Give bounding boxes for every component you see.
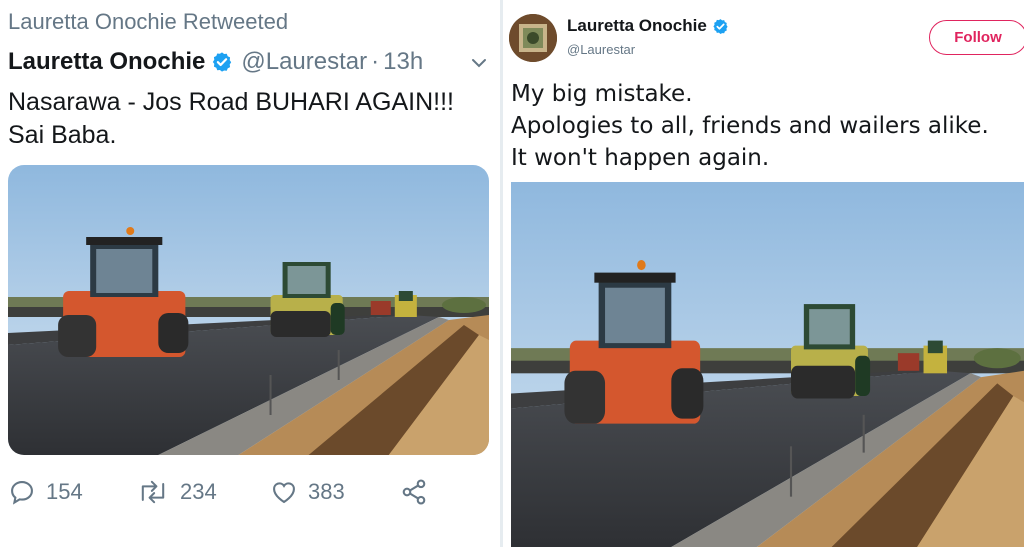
like-button[interactable]: 383 bbox=[270, 474, 345, 510]
retweet-button[interactable]: 234 bbox=[136, 474, 217, 510]
retweet-icon bbox=[141, 480, 165, 504]
tweet-photo[interactable] bbox=[8, 165, 489, 455]
author-row: Lauretta Onochie @Laurestar · 13h bbox=[8, 46, 423, 78]
chevron-down-icon[interactable] bbox=[470, 54, 488, 72]
tweet-actions: 154 234 383 bbox=[8, 474, 488, 510]
reply-button[interactable]: 154 bbox=[8, 474, 83, 510]
share-icon bbox=[402, 479, 426, 505]
follow-button[interactable]: Follow bbox=[929, 20, 1024, 55]
tweet-text-line: Apologies to all, friends and wailers al… bbox=[511, 113, 989, 139]
tweet-photo[interactable] bbox=[511, 182, 1024, 547]
retweet-count: 234 bbox=[180, 479, 217, 504]
verified-badge-icon bbox=[211, 51, 233, 73]
tweet-text-line: It won't happen again. bbox=[511, 145, 770, 171]
right-tweet-card: Lauretta Onochie @Laurestar Follow My bi… bbox=[503, 0, 1024, 547]
reply-count: 154 bbox=[46, 479, 83, 504]
tweet-text: Nasarawa - Jos Road BUHARI AGAIN!!! Sai … bbox=[8, 86, 454, 152]
tweet-text-line: Nasarawa - Jos Road BUHARI AGAIN!!! bbox=[8, 88, 454, 116]
author-handle[interactable]: @Laurestar bbox=[567, 42, 635, 57]
left-tweet-card: Lauretta Onochie Retweeted Lauretta Onoc… bbox=[0, 0, 500, 547]
reply-icon bbox=[11, 481, 33, 505]
author-name[interactable]: Lauretta Onochie bbox=[567, 16, 707, 36]
share-button[interactable] bbox=[400, 474, 438, 510]
tweet-text-line: My big mistake. bbox=[511, 81, 693, 107]
separator: · bbox=[371, 48, 380, 75]
like-count: 383 bbox=[308, 479, 345, 504]
tweet-text: My big mistake. Apologies to all, friend… bbox=[511, 78, 989, 174]
verified-badge-icon bbox=[713, 18, 728, 34]
heart-icon bbox=[273, 482, 295, 504]
author-handle[interactable]: @Laurestar bbox=[241, 48, 367, 76]
author-name[interactable]: Lauretta Onochie bbox=[8, 48, 205, 76]
avatar[interactable] bbox=[509, 14, 557, 62]
timestamp[interactable]: 13h bbox=[383, 48, 423, 76]
author-row: Lauretta Onochie bbox=[567, 16, 729, 36]
retweet-label: Lauretta Onochie Retweeted bbox=[8, 9, 289, 34]
tweet-text-line: Sai Baba. bbox=[8, 121, 117, 149]
